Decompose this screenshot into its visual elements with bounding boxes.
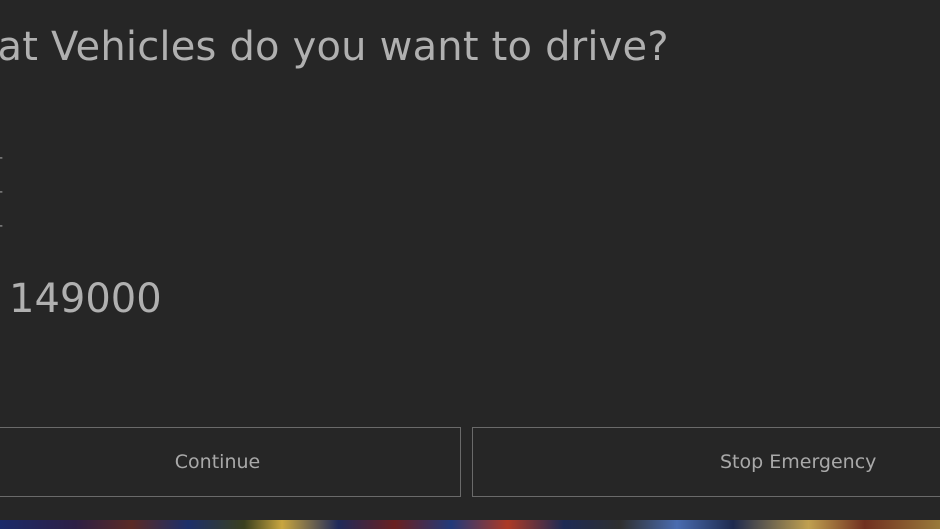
background-image-strip [0, 520, 940, 529]
vehicle-selection-dialog: hat Vehicles do you want to drive? t - t… [0, 0, 940, 520]
dialog-title: hat Vehicles do you want to drive? [0, 24, 669, 70]
continue-button[interactable]: Continue [0, 427, 461, 497]
vehicle-list-item[interactable]: t - [0, 175, 3, 209]
stop-emergency-button[interactable]: Stop Emergency [472, 427, 940, 497]
continue-button-label: Continue [174, 451, 261, 473]
vehicle-list-item[interactable]: t - [0, 141, 3, 175]
vehicle-list: t - t - t - [0, 141, 3, 243]
stop-emergency-button-label: Stop Emergency [720, 451, 877, 473]
vehicle-list-item[interactable]: t - [0, 209, 3, 243]
total-amount: 149000 [9, 276, 162, 322]
